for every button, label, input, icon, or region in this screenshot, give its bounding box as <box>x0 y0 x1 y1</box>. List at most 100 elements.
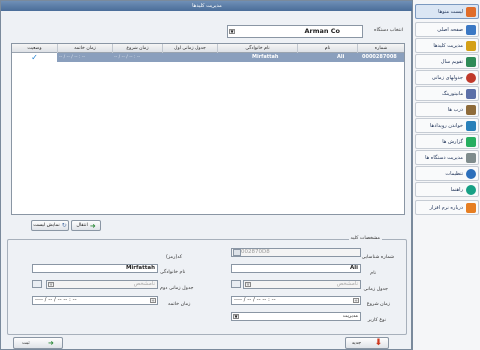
home-icon <box>466 24 476 35</box>
sidebar-item-home[interactable]: صفحه اصلی <box>415 22 479 37</box>
first-name-field[interactable]: Ali <box>231 264 361 273</box>
sidebar-item-menu-list[interactable]: لیست منوها <box>415 4 479 19</box>
sidebar-item-devices[interactable]: مدیریت دستگاه ها <box>415 150 479 165</box>
main-window: مدیریت کلیدها انتخاب دستگاه Arman Co ▼ ش… <box>0 0 413 350</box>
sidebar-item-schedules[interactable]: جدولهای زمانی <box>415 70 479 85</box>
spinner-icon[interactable]: ÷ <box>150 298 156 303</box>
sidebar-item-doors[interactable]: درب ها <box>415 102 479 117</box>
sidebar-item-keys[interactable]: مدیریت کلیدها <box>415 38 479 53</box>
sidebar-item-label: صفحه اصلی <box>437 26 463 33</box>
device-select-value: Arman Co <box>304 27 340 35</box>
user-type-value: مدیریت <box>342 314 358 319</box>
col-status[interactable]: وضعیت <box>12 44 57 53</box>
col-start-time[interactable]: زمان شروع <box>112 44 162 53</box>
sidebar-item-label: تنظیمات <box>445 170 463 177</box>
start-time-field[interactable]: ---- / -- / -- -- : -- ÷ <box>231 296 361 305</box>
sidebar-item-label: جدولهای زمانی <box>431 74 463 81</box>
cell-number: 0000287008 <box>362 54 397 60</box>
last-name-field[interactable]: Mirfattah <box>32 264 158 273</box>
clock-icon <box>466 72 476 83</box>
calendar-icon[interactable] <box>231 280 241 288</box>
transfer-button[interactable]: انتقال ➜ <box>71 220 101 231</box>
last-name-value: Mirfattah <box>125 265 155 271</box>
sidebar-item-monitoring[interactable]: مانیتورینگ <box>415 86 479 101</box>
code-label: کد(رمز) <box>166 255 183 260</box>
window-title: مدیریت کلیدها <box>1 1 413 11</box>
transfer-label: انتقال <box>76 223 88 228</box>
user-type-select[interactable]: مدیریت ▼ <box>231 312 361 321</box>
cell-start-time: -- / -- / -- : -- <box>114 55 141 60</box>
col-end-time[interactable]: زمان خاتمه <box>57 44 112 53</box>
key-icon <box>466 40 476 51</box>
events-icon <box>466 120 476 131</box>
schedule2-label: جدول زمانی دوم <box>160 286 194 291</box>
help-icon <box>466 184 476 195</box>
chevron-down-icon[interactable]: ▼ <box>245 282 251 287</box>
sidebar-item-label: مدیریت دستگاه ها <box>425 154 463 161</box>
id-label: شماره شناسایی <box>361 255 394 260</box>
chevron-down-icon[interactable]: ▼ <box>229 29 235 34</box>
refresh-icon: ↻ <box>61 222 67 229</box>
end-time-label: زمان خاتمه <box>168 302 191 307</box>
start-time-label: زمان شروع <box>366 302 390 307</box>
sidebar-item-label: لیست منوها <box>438 8 463 15</box>
col-schedule[interactable]: جدول زمانی اول <box>162 44 217 53</box>
end-time-field[interactable]: ---- / -- / -- -- : -- ÷ <box>32 296 158 305</box>
report-icon <box>466 136 476 147</box>
schedule2-select[interactable]: نامشخص ▼ <box>46 280 158 289</box>
cell-schedule <box>162 53 217 62</box>
sidebar-item-settings[interactable]: تنظیمات <box>415 166 479 181</box>
start-time-value: ---- / -- / -- -- : -- <box>234 297 276 303</box>
sidebar-item-read-events[interactable]: خواندن رویدادها <box>415 118 479 133</box>
keys-table[interactable]: شماره نام نام خانوادگی جدول زمانی اول زم… <box>11 43 405 215</box>
save-arrow-icon: ➜ <box>47 339 54 347</box>
status-check-icon[interactable]: ✓ <box>12 53 57 62</box>
new-label: جدید <box>351 340 362 346</box>
menu-list-icon <box>466 6 476 17</box>
cell-last-name: Mirfattah <box>252 54 279 60</box>
last-name-label: نام خانوادگی <box>160 270 186 275</box>
cell-end-time: -- / -- / -- : -- <box>59 55 86 60</box>
about-icon <box>466 202 476 213</box>
sidebar-menu: لیست منوها صفحه اصلی مدیریت کلیدها تقویم… <box>412 0 480 350</box>
sidebar-item-label: تقویم سال <box>440 58 463 65</box>
cell-first-name: Ali <box>337 54 345 60</box>
sidebar-item-label: مدیریت کلیدها <box>433 42 463 49</box>
schedule-placeholder: نامشخص <box>336 281 358 287</box>
sidebar-item-label: مانیتورینگ <box>442 90 463 97</box>
device-select[interactable]: Arman Co ▼ <box>227 25 363 38</box>
col-first-name[interactable]: نام <box>297 44 357 53</box>
key-details-panel: مشخصات کلید شماره شناسایی 00002870D8 نام… <box>7 236 407 335</box>
id-read-button[interactable] <box>233 249 241 256</box>
device-select-label: انتخاب دستگاه <box>374 28 403 33</box>
show-list-label: نمایش لیست <box>33 223 60 228</box>
gear-icon <box>466 168 476 179</box>
end-time-value: ---- / -- / -- -- : -- <box>35 297 77 303</box>
calendar-icon <box>466 56 476 67</box>
sidebar-item-label: راهنما <box>450 186 463 193</box>
first-name-value: Ali <box>349 265 358 271</box>
door-icon <box>466 104 476 115</box>
sidebar-item-label: گزارش ها <box>442 138 463 145</box>
schedule2-placeholder: نامشخص <box>133 281 155 287</box>
table-row[interactable]: 0000287008 Ali Mirfattah -- / -- / -- : … <box>12 53 404 62</box>
save-label: ثبت <box>22 340 30 346</box>
new-button[interactable]: جدید ⬇ <box>345 337 389 349</box>
calendar-icon[interactable] <box>32 280 42 288</box>
schedule-select[interactable]: نامشخص ▼ <box>243 280 361 289</box>
sidebar-item-reports[interactable]: گزارش ها <box>415 134 479 149</box>
sidebar-item-about[interactable]: درباره نرم افزار <box>415 200 479 215</box>
first-name-label: نام <box>370 271 376 276</box>
col-last-name[interactable]: نام خانوادگی <box>217 44 297 53</box>
spinner-icon[interactable]: ÷ <box>353 298 359 303</box>
transfer-arrow-icon: ➜ <box>89 221 96 230</box>
chevron-down-icon[interactable]: ▼ <box>233 314 239 319</box>
show-list-button[interactable]: نمایش لیست ↻ <box>31 220 69 231</box>
sidebar-item-calendar[interactable]: تقویم سال <box>415 54 479 69</box>
schedule-label: جدول زمانی <box>363 287 389 292</box>
id-field[interactable]: 00002870D8 <box>231 248 361 257</box>
sidebar-item-help[interactable]: راهنما <box>415 182 479 197</box>
save-button[interactable]: ثبت ➜ <box>13 337 63 349</box>
col-number[interactable]: شماره <box>357 44 404 53</box>
chevron-down-icon[interactable]: ▼ <box>48 282 54 287</box>
